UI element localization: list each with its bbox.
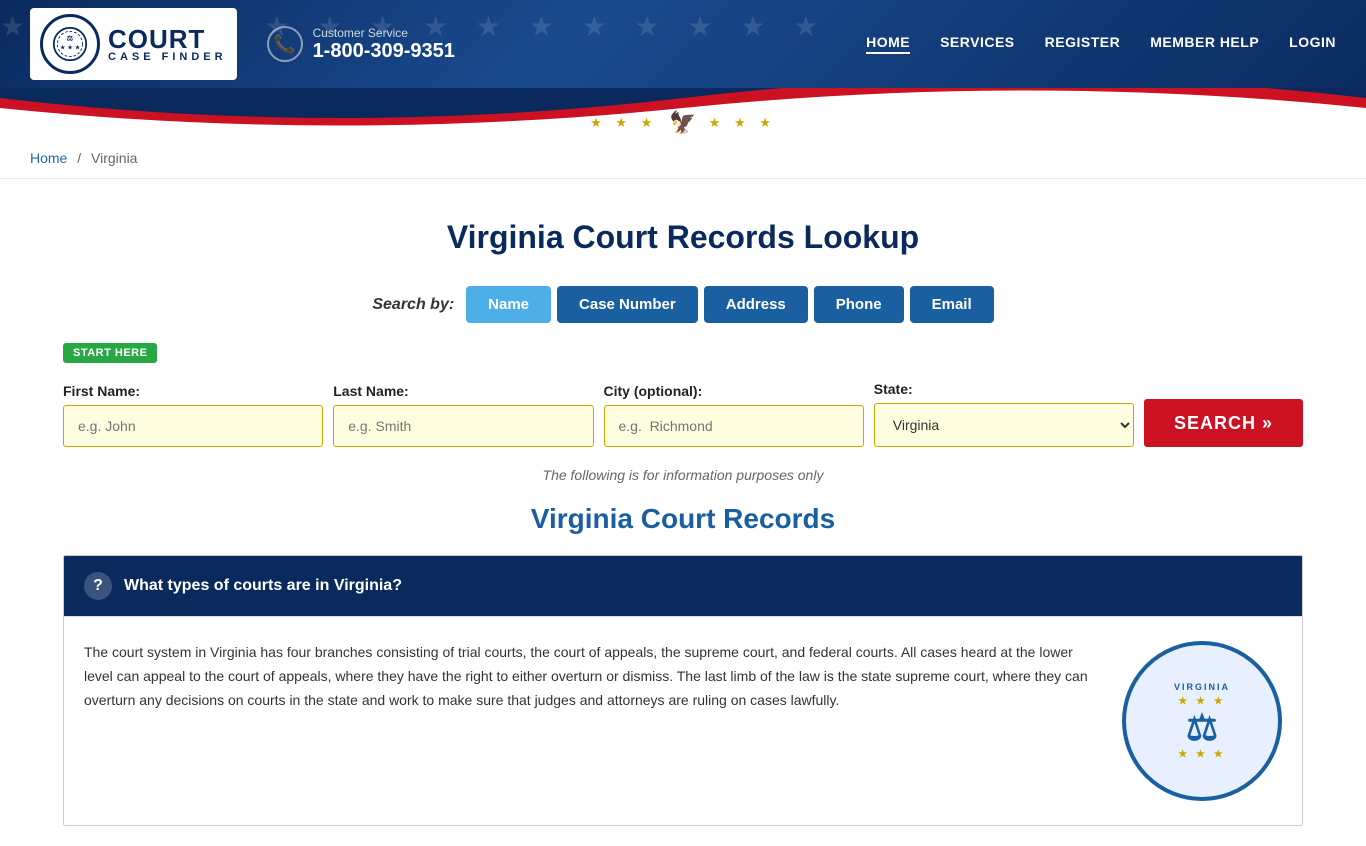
start-here-wrap: START HERE	[63, 343, 1303, 373]
last-name-label: Last Name:	[333, 383, 593, 399]
tab-case-number[interactable]: Case Number	[557, 286, 698, 323]
first-name-label: First Name:	[63, 383, 323, 399]
faq-title-0: What types of courts are in Virginia?	[124, 577, 402, 595]
last-name-group: Last Name:	[333, 383, 593, 447]
faq-q-icon-0: ?	[84, 572, 112, 600]
site-header: ⚖ ★ ★ ★ COURT CASE FINDER 📞 Customer Ser…	[0, 0, 1366, 138]
svg-text:⚖: ⚖	[67, 33, 74, 42]
state-select[interactable]: Virginia Alabama Alaska Arizona Arkansas…	[874, 403, 1134, 447]
search-by-label: Search by:	[372, 296, 454, 314]
logo-circle: ⚖ ★ ★ ★	[40, 14, 100, 74]
seal-stars-bottom: ★ ★ ★	[1178, 749, 1225, 760]
logo-case-finder-label: CASE FINDER	[108, 52, 227, 63]
virginia-seal: VIRGINIA ★ ★ ★ ⚖ ★ ★ ★	[1122, 641, 1282, 801]
nav-member-help[interactable]: MEMBER HELP	[1150, 34, 1259, 54]
search-form: First Name: Last Name: City (optional): …	[63, 381, 1303, 447]
main-nav: HOME SERVICES REGISTER MEMBER HELP LOGIN	[866, 34, 1336, 54]
first-name-input[interactable]	[63, 405, 323, 447]
eagle-stars-right: ★ ★ ★	[709, 115, 776, 131]
tab-address[interactable]: Address	[704, 286, 808, 323]
faq-item-0: ? What types of courts are in Virginia? …	[63, 555, 1303, 826]
tab-name[interactable]: Name	[466, 286, 551, 323]
city-label: City (optional):	[604, 383, 864, 399]
search-button-wrap: SEARCH »	[1144, 399, 1303, 447]
phone-icon: 📞	[267, 26, 303, 62]
tab-email[interactable]: Email	[910, 286, 994, 323]
nav-services[interactable]: SERVICES	[940, 34, 1015, 54]
wave-strip: ★ ★ ★ 🦅 ★ ★ ★	[0, 88, 1366, 138]
seal-text-virginia: VIRGINIA	[1174, 682, 1230, 692]
search-by-row: Search by: Name Case Number Address Phon…	[63, 286, 1303, 323]
breadcrumb-home-link[interactable]: Home	[30, 150, 67, 166]
info-note: The following is for information purpose…	[63, 467, 1303, 483]
customer-service-label: Customer Service	[313, 26, 455, 40]
start-here-badge: START HERE	[63, 343, 157, 363]
seal-stars-top: ★ ★ ★	[1178, 696, 1225, 707]
customer-service-phone: 1-800-309-9351	[313, 40, 455, 63]
faq-answer-0: The court system in Virginia has four br…	[84, 641, 1102, 801]
nav-login[interactable]: LOGIN	[1289, 34, 1336, 54]
nav-home[interactable]: HOME	[866, 34, 910, 54]
virginia-seal-inner: VIRGINIA ★ ★ ★ ⚖ ★ ★ ★	[1126, 645, 1278, 797]
state-group: State: Virginia Alabama Alaska Arizona A…	[874, 381, 1134, 447]
faq-header-0[interactable]: ? What types of courts are in Virginia?	[64, 556, 1302, 616]
section-title: Virginia Court Records	[63, 503, 1303, 535]
state-label: State:	[874, 381, 1134, 397]
site-logo[interactable]: ⚖ ★ ★ ★ COURT CASE FINDER	[30, 8, 237, 80]
breadcrumb-separator: /	[77, 150, 81, 166]
svg-text:★ ★ ★: ★ ★ ★	[60, 44, 80, 51]
faq-body-0: The court system in Virginia has four br…	[64, 616, 1302, 825]
search-button[interactable]: SEARCH »	[1144, 399, 1303, 447]
nav-register[interactable]: REGISTER	[1045, 34, 1121, 54]
city-group: City (optional):	[604, 383, 864, 447]
last-name-input[interactable]	[333, 405, 593, 447]
breadcrumb: Home / Virginia	[0, 138, 1366, 179]
breadcrumb-current: Virginia	[91, 150, 137, 166]
eagle-stars-left: ★ ★ ★	[590, 115, 657, 131]
first-name-group: First Name:	[63, 383, 323, 447]
logo-text: COURT CASE FINDER	[108, 26, 227, 63]
city-input[interactable]	[604, 405, 864, 447]
main-content: Virginia Court Records Lookup Search by:…	[33, 179, 1333, 846]
page-title: Virginia Court Records Lookup	[63, 219, 1303, 256]
customer-service-info: Customer Service 1-800-309-9351	[313, 26, 455, 63]
logo-court-label: COURT	[108, 26, 227, 52]
eagle-bar: ★ ★ ★ 🦅 ★ ★ ★	[0, 110, 1366, 136]
tab-phone[interactable]: Phone	[814, 286, 904, 323]
customer-service: 📞 Customer Service 1-800-309-9351	[267, 26, 867, 63]
seal-icon: ⚖	[1186, 707, 1218, 749]
eagle-icon: 🦅	[669, 110, 696, 136]
logo-svg-icon: ⚖ ★ ★ ★	[52, 26, 88, 62]
